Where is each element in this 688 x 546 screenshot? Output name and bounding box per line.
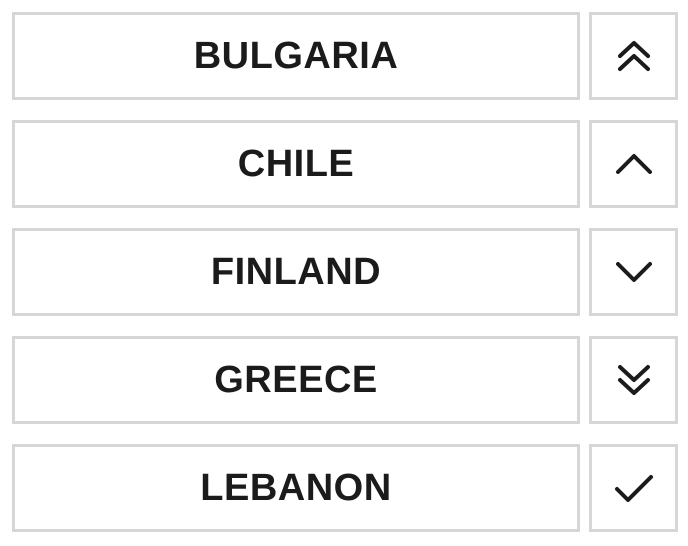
move-to-bottom-button[interactable] <box>589 336 678 424</box>
chevron-down-icon <box>615 262 652 282</box>
list-item-label: LEBANON <box>200 466 392 509</box>
double-chevron-up-icon <box>617 41 650 71</box>
list-item-2[interactable]: CHILE <box>12 120 580 208</box>
list-row-5: LEBANON <box>12 444 678 532</box>
list-item-label: GREECE <box>214 358 378 401</box>
list-item-label: CHILE <box>237 142 355 185</box>
double-chevron-down-icon <box>617 365 650 395</box>
list-item-5[interactable]: LEBANON <box>12 444 580 532</box>
list-item-label: BULGARIA <box>193 34 399 77</box>
list-row-3: FINLAND <box>12 228 678 316</box>
confirm-button[interactable] <box>589 444 678 532</box>
list-item-3[interactable]: FINLAND <box>12 228 580 316</box>
move-down-button[interactable] <box>589 228 678 316</box>
list-row-2: CHILE <box>12 120 678 208</box>
list-item-label: FINLAND <box>210 250 382 293</box>
list-item-4[interactable]: GREECE <box>12 336 580 424</box>
checkmark-icon <box>614 475 653 502</box>
list-row-4: GREECE <box>12 336 678 424</box>
list-item-1[interactable]: BULGARIA <box>12 12 580 100</box>
chevron-up-icon <box>615 154 652 174</box>
list-row-1: BULGARIA <box>12 12 678 100</box>
move-up-button[interactable] <box>589 120 678 208</box>
move-to-top-button[interactable] <box>589 12 678 100</box>
